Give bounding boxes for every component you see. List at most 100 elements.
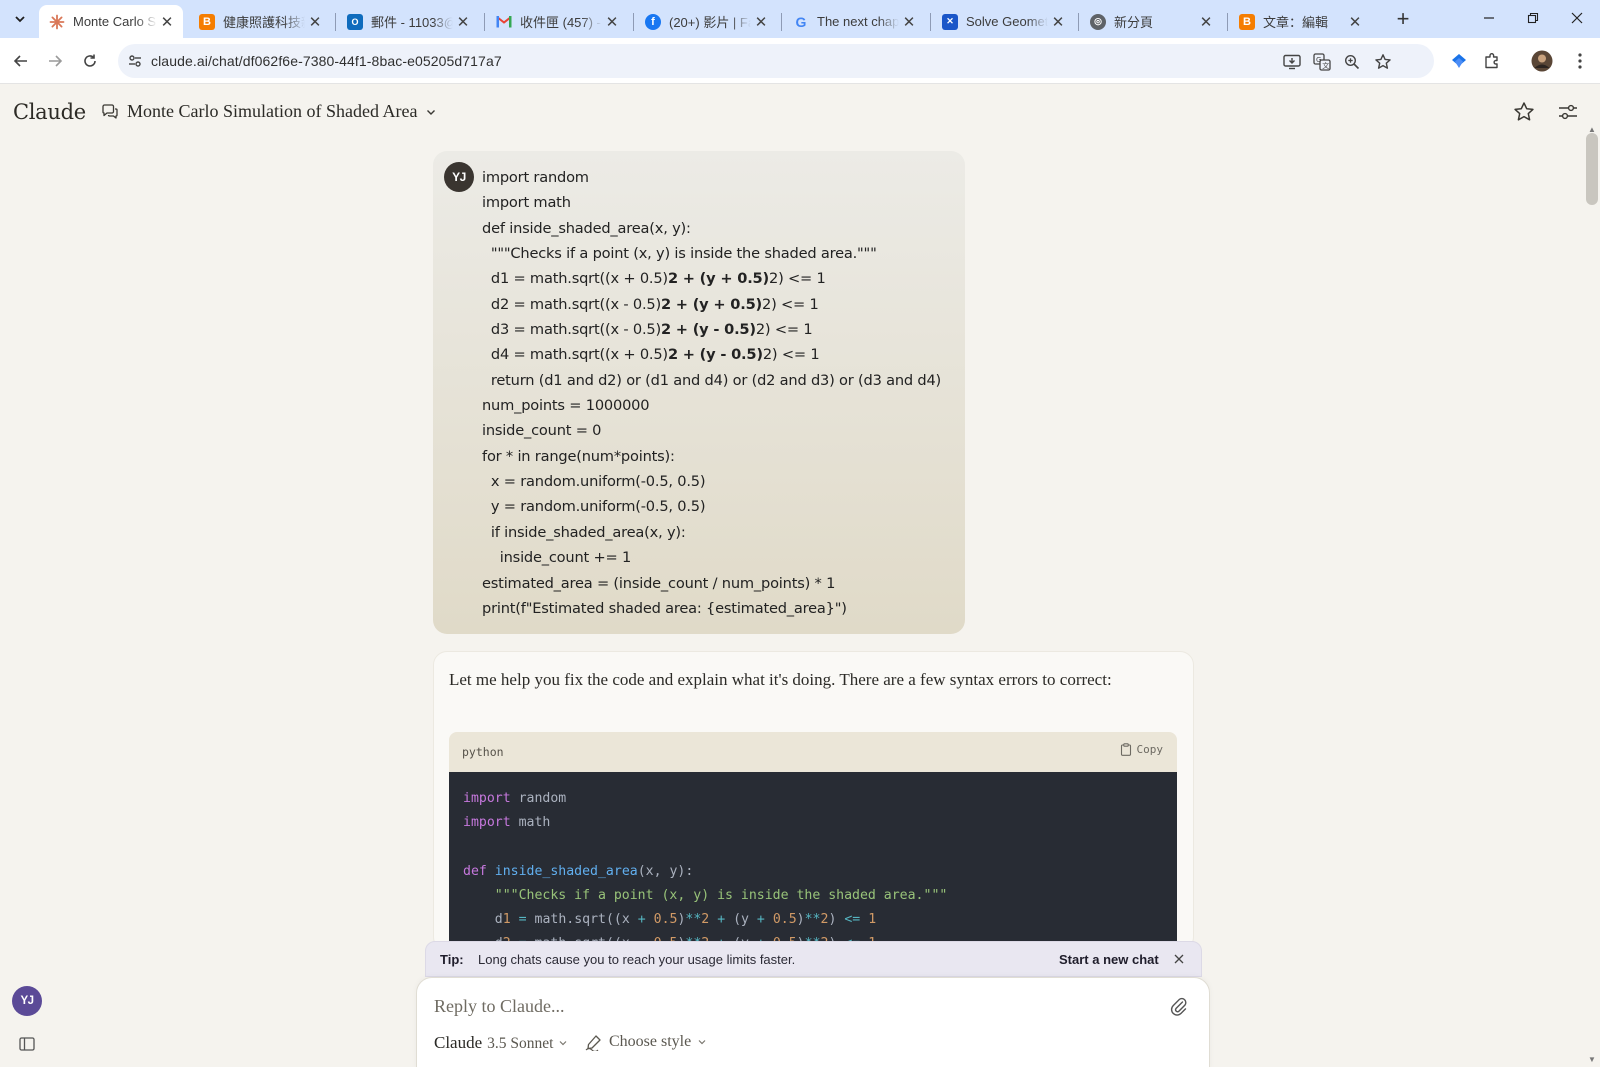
code-token: inside_shaded_area [494,863,638,879]
tab-facebook[interactable]: f (20+) 影片 | Fac ✕ [635,5,777,38]
tab-gmail[interactable]: 收件匣 (457) - c ✕ [486,5,628,38]
message-line: import random [482,169,589,186]
chat-settings-button[interactable] [1555,99,1581,125]
google-icon: G [795,13,807,30]
extension-blue-icon[interactable] [1447,49,1471,73]
message-line: if inside_shaded_area(x, y): [482,523,686,541]
extensions-puzzle-icon[interactable] [1480,49,1504,73]
new-tab-button[interactable]: + [1391,8,1415,32]
code-token: <= [844,911,861,927]
blogger-icon: B [199,13,215,30]
tab-google[interactable]: G The next chapt ✕ [783,5,925,38]
app-header: Claude Monte Carlo Simulation of Shaded … [0,85,1600,143]
code-token: def [463,863,487,879]
message-line: d3 = math.sqrt((x - 0.5)2 + (y - 0.5)2) … [482,321,813,339]
window-close-button[interactable] [1554,0,1600,36]
bookmark-star-icon[interactable] [1372,51,1394,73]
model-selector[interactable]: Claude 3.5 Sonnet [434,1033,568,1053]
conversation-title-button[interactable]: Monte Carlo Simulation of Shaded Area [101,101,437,122]
back-button[interactable] [8,48,34,74]
model-version: 3.5 Sonnet [487,1035,554,1052]
message-line: estimated_area = (inside_count / num_poi… [482,574,836,592]
bold-text: 2 + (y - 0.5) [667,346,763,364]
tab-search-button[interactable] [8,8,32,30]
code-token: + [717,911,726,927]
code-token: + [756,911,765,927]
scroll-down-icon[interactable]: ▼ [1587,1055,1597,1064]
tab-separator [335,13,336,31]
style-selector[interactable]: Choose style [585,1033,707,1051]
arrow-left-icon [13,55,27,67]
close-icon[interactable]: ✕ [602,13,622,31]
tab-outlook[interactable]: O 郵件 - 11033@ ✕ [337,5,479,38]
usage-tip-banner: Tip: Long chats cause you to reach your … [425,941,1202,977]
claude-logo[interactable]: Claude [13,100,86,124]
paperclip-icon [1170,997,1187,1016]
close-icon[interactable]: ✕ [899,13,919,31]
site-settings-icon[interactable] [124,50,146,72]
close-icon[interactable]: ✕ [157,13,177,31]
message-line: d4 = math.sqrt((x + 0.5)2 + (y - 0.5)2) … [482,346,820,364]
reply-input[interactable] [434,992,1134,1020]
reply-composer: Claude 3.5 Sonnet Choose style [416,977,1210,1067]
bold-text: 2 + (y - 0.5) [660,321,756,339]
outlook-icon: O [347,13,363,30]
close-icon[interactable]: ✕ [1196,13,1216,31]
chevron-down-icon [560,1041,567,1046]
star-conversation-button[interactable] [1511,99,1537,125]
assistant-intro-text: Let me help you fix the code and explain… [449,670,1112,689]
message-line: d1 = math.sqrt((x + 0.5)2 + (y + 0.5)2) … [482,270,826,288]
message-line: x = random.uniform(-0.5, 0.5) [482,473,706,491]
claude-asterisk-icon [49,14,65,30]
close-icon[interactable]: ✕ [751,13,771,31]
tab-blogger-1[interactable]: B 健康照護科技新 ✕ [189,5,331,38]
close-icon[interactable]: ✕ [1048,13,1068,31]
chevron-down-icon [15,16,25,23]
svg-text:文: 文 [1322,61,1329,70]
tip-text: Long chats cause you to reach your usage… [478,952,796,967]
code-token: 0.5 [653,911,678,927]
star-icon [1514,102,1534,121]
tab-monte-carlo[interactable]: Monte Carlo Si ✕ [39,5,183,38]
message-line: for * in range(num*points): [482,447,675,465]
zoom-icon[interactable] [1341,51,1363,73]
profile-avatar[interactable] [1530,49,1554,73]
account-avatar[interactable]: YJ [12,986,42,1016]
tab-separator [484,13,485,31]
code-token: ** [804,911,821,927]
dismiss-tip-button[interactable] [1170,950,1188,968]
scroll-up-icon[interactable]: ▲ [1587,125,1597,134]
message-line: inside_count += 1 [482,549,632,567]
assistant-message: Let me help you fix the code and explain… [433,651,1194,951]
code-line: """Checks if a point (x, y) is inside th… [463,884,1163,908]
browser-menu-icon[interactable] [1568,49,1592,73]
close-icon[interactable]: ✕ [453,13,473,31]
model-name: Claude [434,1033,483,1052]
translate-icon[interactable]: G文 [1311,51,1333,73]
close-icon[interactable]: ✕ [305,13,325,31]
scrollbar-thumb[interactable] [1586,133,1598,205]
restore-button[interactable] [1510,0,1556,36]
copy-code-button[interactable]: Copy [1120,743,1163,756]
attach-file-button[interactable] [1167,994,1191,1018]
tab-separator [1227,13,1228,31]
close-icon[interactable]: ✕ [1345,13,1365,31]
tab-new-tab[interactable]: ◎ 新分頁 ✕ [1080,5,1222,38]
address-bar[interactable]: claude.ai/chat/df062f6e-7380-44f1-8bac-e… [118,44,1434,78]
page-scrollbar[interactable] [1584,128,1600,1067]
tab-solve-geometry[interactable]: ✕ Solve Geometr ✕ [932,5,1074,38]
tab-separator [930,13,931,31]
url-text[interactable]: claude.ai/chat/df062f6e-7380-44f1-8bac-e… [151,53,502,69]
install-app-icon[interactable] [1281,51,1303,73]
start-new-chat-link[interactable]: Start a new chat [1059,952,1159,967]
code-token: 1 [502,911,511,927]
reload-button[interactable] [77,48,103,74]
chrome-icon: ◎ [1090,13,1106,30]
minimize-button[interactable] [1466,0,1512,36]
arrow-right-icon [49,55,63,67]
bold-text: 2 + (y + 0.5) [667,270,769,288]
tab-blogger-2[interactable]: B 文章：編輯 ✕ [1229,5,1371,38]
forward-button[interactable] [42,48,68,74]
sidebar-toggle-button[interactable] [16,1033,38,1055]
user-message-text: import random import math def inside_sha… [482,165,952,621]
